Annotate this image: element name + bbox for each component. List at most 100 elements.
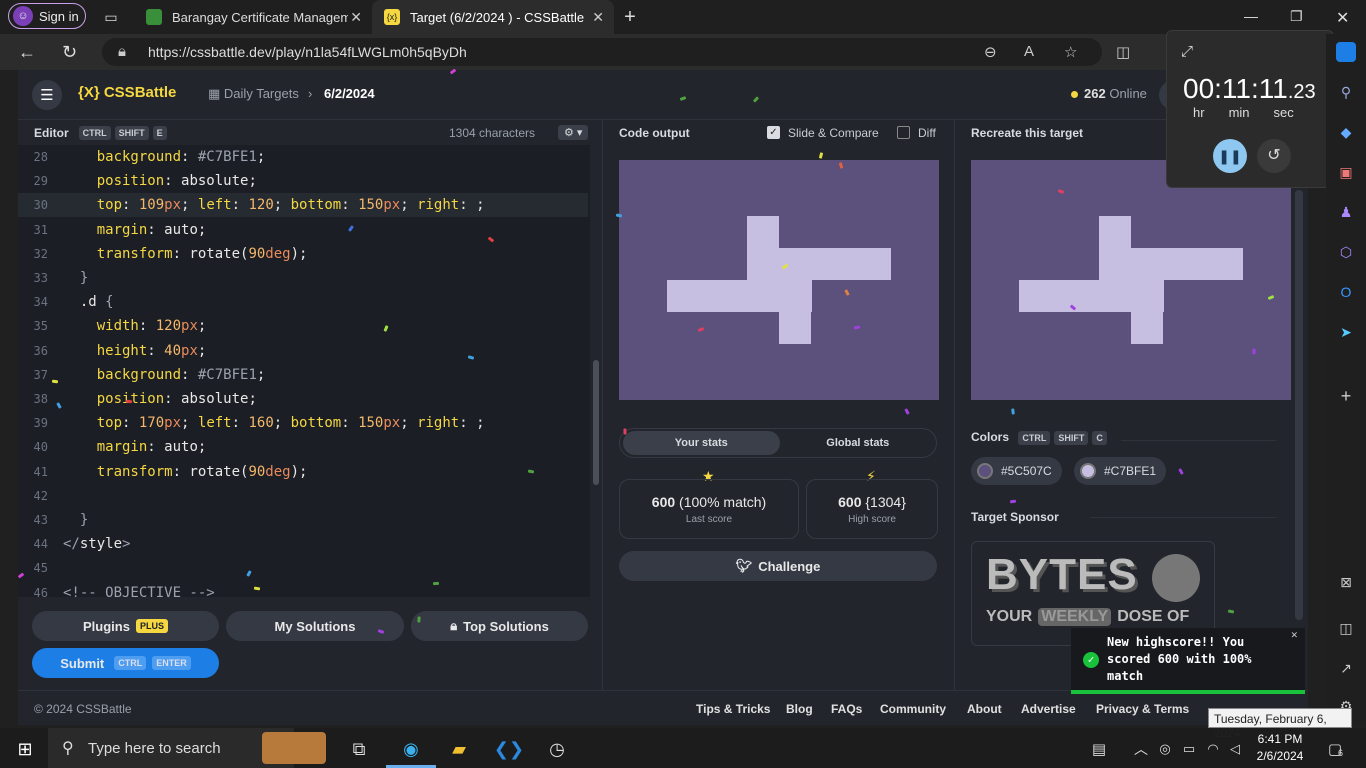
url-field[interactable]: https://cssbattle.dev/play/n1la54fLWGLm0… (102, 38, 1102, 66)
challenge-button[interactable]: 🐦︎ Challenge (619, 551, 937, 581)
footer-link-tips[interactable]: Tips & Tricks (696, 702, 770, 716)
code-line[interactable]: 28 background: #C7BFE1; (18, 145, 588, 169)
footer-link-about[interactable]: About (967, 702, 1002, 716)
tab-actions-icon[interactable]: ▭ (100, 6, 122, 28)
output-canvas[interactable] (619, 160, 939, 400)
tag-icon[interactable]: ◆ (1336, 122, 1356, 142)
notifications-icon[interactable]: ▢ 6 (1322, 736, 1348, 762)
breadcrumb-daily-targets[interactable]: ▦ Daily Targets (208, 86, 299, 102)
submit-button[interactable]: Submit CTRL ENTER (32, 648, 219, 678)
sidebar-toggle-icon[interactable]: ◫ (1336, 618, 1356, 638)
vscode-taskbar-icon[interactable]: ❮❯ (494, 736, 524, 762)
new-tab-icon[interactable]: + (619, 6, 641, 28)
close-toast-icon[interactable]: ✕ (1291, 628, 1298, 641)
screenshot-icon[interactable]: ⊠ (1336, 572, 1356, 592)
top-solutions-button[interactable]: 🔒︎ Top Solutions (411, 611, 588, 641)
lock-icon[interactable]: 🔒︎ (118, 43, 126, 60)
diff-toggle[interactable]: Diff (897, 126, 936, 140)
restore-icon[interactable]: ❐ (1290, 8, 1303, 25)
footer-link-privacy[interactable]: Privacy & Terms (1096, 702, 1189, 716)
minimize-icon[interactable]: — (1244, 8, 1258, 24)
code-line[interactable]: 36 height: 40px; (18, 339, 588, 363)
edge-taskbar-icon[interactable]: ◉ (398, 736, 424, 762)
footer-link-blog[interactable]: Blog (786, 702, 813, 716)
code-line[interactable]: 35 width: 120px; (18, 314, 588, 338)
footer-link-advertise[interactable]: Advertise (1021, 702, 1076, 716)
code-line[interactable]: 31 margin: auto; (18, 218, 588, 242)
file-explorer-icon[interactable]: ▰ (446, 736, 472, 762)
refresh-icon[interactable]: ↻ (62, 42, 77, 63)
news-icon[interactable]: ▤ (1086, 736, 1112, 762)
code-text: } (63, 512, 89, 528)
favorite-star-icon[interactable]: ☆ (1064, 43, 1077, 61)
close-tab-icon[interactable]: ✕ (350, 9, 362, 26)
code-line[interactable]: 42 (18, 484, 588, 508)
global-stats-tab[interactable]: Global stats (780, 431, 937, 455)
editor-scrollbar-thumb[interactable] (593, 360, 599, 485)
read-aloud-icon[interactable]: A (1024, 43, 1034, 60)
target-canvas[interactable] (971, 160, 1291, 400)
tab-cssbattle[interactable]: {x} Target (6/2/2024 ) - CSSBattle ✕ (372, 0, 614, 34)
meet-icon[interactable]: ◎ (1152, 736, 1178, 762)
games-icon[interactable]: ♟ (1336, 202, 1356, 222)
color-chip-5c507c[interactable]: #5C507C (971, 457, 1062, 485)
close-tab-icon[interactable]: ✕ (592, 9, 604, 26)
tab-barangay[interactable]: Barangay Certificate Managemen ✕ (134, 0, 372, 34)
chevron-up-icon[interactable]: ︿ (1128, 736, 1154, 762)
outlook-icon[interactable]: O (1336, 282, 1356, 302)
slide-compare-toggle[interactable]: ✓ Slide & Compare (767, 126, 879, 140)
target-scrollbar[interactable] (1295, 190, 1303, 620)
code-line[interactable]: 44 </style> (18, 532, 588, 556)
back-icon[interactable]: ← (18, 42, 36, 63)
code-line[interactable]: 32 transform: rotate(90deg); (18, 242, 588, 266)
office-icon[interactable]: ⬡ (1336, 242, 1356, 262)
footer-link-community[interactable]: Community (880, 702, 946, 716)
code-editor[interactable]: 28 background: #C7BFE1; 29 position: abso… (18, 145, 602, 597)
kbd-enter: ENTER (152, 656, 191, 670)
settings-gear-icon[interactable]: ⚙ ▾ (558, 125, 589, 140)
code-line[interactable]: 34 .d { (18, 290, 588, 314)
close-window-icon[interactable]: ✕ (1336, 8, 1349, 28)
code-line[interactable]: 29 position: absolute; (18, 169, 588, 193)
taskbar-clock[interactable]: 6:41 PM 2/6/2024 (1252, 731, 1308, 765)
pause-icon[interactable]: ❚❚ (1213, 139, 1247, 173)
split-screen-icon[interactable]: ◫ (1116, 43, 1130, 61)
code-line[interactable]: 33 } (18, 266, 588, 290)
external-link-icon[interactable]: ↗ (1336, 658, 1356, 678)
search-highlight-icon[interactable] (262, 732, 326, 764)
code-line[interactable]: 46 <!-- OBJECTIVE --> (18, 581, 588, 597)
plugins-button[interactable]: Plugins PLUS (32, 611, 219, 641)
code-line[interactable]: 43 } (18, 508, 588, 532)
sign-in-button[interactable]: ☺ Sign in (8, 3, 86, 29)
windows-start-icon[interactable]: ⊞ (12, 736, 38, 762)
send-icon[interactable]: ➤ (1336, 322, 1356, 342)
code-line[interactable]: 38 position: absolute; (18, 387, 588, 411)
task-view-icon[interactable]: ⧉ (346, 736, 372, 762)
color-chip-c7bfe1[interactable]: #C7BFE1 (1074, 457, 1167, 485)
expand-icon[interactable]: ⤢ (1181, 43, 1193, 60)
code-line[interactable]: 37 background: #C7BFE1; (18, 363, 588, 387)
copilot-icon[interactable] (1336, 42, 1356, 62)
add-icon[interactable]: + (1336, 386, 1356, 406)
cssbattle-logo[interactable]: {X} CSSBattle (78, 84, 176, 101)
briefcase-icon[interactable]: ▣ (1336, 162, 1356, 182)
code-line[interactable]: 40 margin: auto; (18, 435, 588, 459)
my-solutions-button[interactable]: My Solutions (226, 611, 404, 641)
battery-icon[interactable]: ▭ (1176, 736, 1202, 762)
taskbar-search[interactable]: ⚲ Type here to search (48, 728, 294, 768)
checkbox-unchecked-icon[interactable] (897, 126, 910, 139)
code-line[interactable]: 30 top: 109px; left: 120; bottom: 150px;… (18, 193, 588, 218)
footer-link-faqs[interactable]: FAQs (831, 702, 862, 716)
code-line[interactable]: 41 transform: rotate(90deg); (18, 460, 588, 484)
reset-icon[interactable]: ↺ (1257, 139, 1291, 173)
search-icon[interactable]: ⚲ (1336, 82, 1356, 102)
highscore-toast[interactable]: ✓ New highscore!! You scored 600 with 10… (1071, 628, 1305, 694)
code-line[interactable]: 45 (18, 556, 588, 580)
your-stats-tab[interactable]: Your stats (623, 431, 780, 455)
code-line[interactable]: 39 top: 170px; left: 160; bottom: 150px;… (18, 411, 588, 435)
clock-app-icon[interactable]: ◷ (544, 736, 570, 762)
menu-icon[interactable]: ☰ (32, 80, 62, 110)
zoom-icon[interactable]: ⊖ (984, 43, 997, 61)
editor-scrollbar[interactable] (590, 145, 602, 597)
checkbox-checked-icon[interactable]: ✓ (767, 126, 780, 139)
